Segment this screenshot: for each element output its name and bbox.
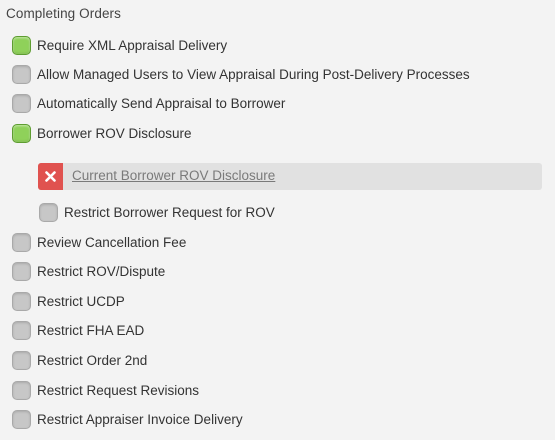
option-label: Restrict Borrower Request for ROV bbox=[64, 204, 275, 220]
checkbox-restrict-appraiser-invoice-delivery[interactable] bbox=[12, 409, 31, 429]
checkbox-restrict-order-2nd[interactable] bbox=[12, 350, 31, 370]
rov-document-link[interactable]: Current Borrower ROV Disclosure bbox=[72, 168, 275, 183]
option-restrict-appraiser-invoice-delivery: Restrict Appraiser Invoice Delivery bbox=[12, 408, 243, 430]
option-restrict-rov-dispute: Restrict ROV/Dispute bbox=[12, 260, 165, 282]
checkbox-require-xml-appraisal-delivery[interactable] bbox=[12, 35, 31, 55]
option-restrict-ucdp: Restrict UCDP bbox=[12, 290, 125, 312]
checkbox-borrower-rov-disclosure[interactable] bbox=[12, 123, 31, 143]
option-require-xml-appraisal-delivery: Require XML Appraisal Delivery bbox=[12, 34, 227, 56]
option-label: Restrict Appraiser Invoice Delivery bbox=[37, 411, 243, 427]
checkbox-restrict-borrower-request-rov[interactable] bbox=[39, 202, 58, 222]
option-label: Allow Managed Users to View Appraisal Du… bbox=[37, 66, 470, 82]
checkbox-auto-send-appraisal[interactable] bbox=[12, 93, 31, 113]
option-label: Restrict FHA EAD bbox=[37, 322, 145, 338]
option-label: Restrict UCDP bbox=[37, 293, 125, 309]
option-borrower-rov-disclosure: Borrower ROV Disclosure bbox=[12, 122, 192, 144]
checkbox-restrict-rov-dispute[interactable] bbox=[12, 261, 31, 281]
checkbox-restrict-fha-ead[interactable] bbox=[12, 320, 31, 340]
option-review-cancellation-fee: Review Cancellation Fee bbox=[12, 231, 186, 253]
checkbox-review-cancellation-fee[interactable] bbox=[12, 232, 31, 252]
option-restrict-order-2nd: Restrict Order 2nd bbox=[12, 349, 147, 371]
section-title: Completing Orders bbox=[6, 6, 121, 21]
option-restrict-request-revisions: Restrict Request Revisions bbox=[12, 379, 199, 401]
option-label: Automatically Send Appraisal to Borrower bbox=[37, 95, 286, 111]
option-label: Restrict Order 2nd bbox=[37, 352, 148, 368]
checkbox-restrict-request-revisions[interactable] bbox=[12, 380, 31, 400]
rov-document-row: Current Borrower ROV Disclosure bbox=[38, 163, 542, 190]
option-label: Restrict Request Revisions bbox=[37, 382, 200, 398]
option-auto-send-appraisal: Automatically Send Appraisal to Borrower bbox=[12, 92, 285, 114]
option-label: Restrict ROV/Dispute bbox=[37, 263, 166, 279]
option-allow-managed-users-view: Allow Managed Users to View Appraisal Du… bbox=[12, 63, 470, 85]
close-icon bbox=[45, 171, 56, 182]
checkbox-allow-managed-users-view[interactable] bbox=[12, 64, 31, 84]
option-restrict-borrower-request-rov: Restrict Borrower Request for ROV bbox=[39, 201, 275, 223]
option-restrict-fha-ead: Restrict FHA EAD bbox=[12, 319, 144, 341]
option-label: Require XML Appraisal Delivery bbox=[37, 37, 228, 53]
checkbox-restrict-ucdp[interactable] bbox=[12, 291, 31, 311]
option-label: Borrower ROV Disclosure bbox=[37, 125, 192, 141]
delete-document-button[interactable] bbox=[38, 163, 63, 190]
option-label: Review Cancellation Fee bbox=[37, 234, 187, 250]
